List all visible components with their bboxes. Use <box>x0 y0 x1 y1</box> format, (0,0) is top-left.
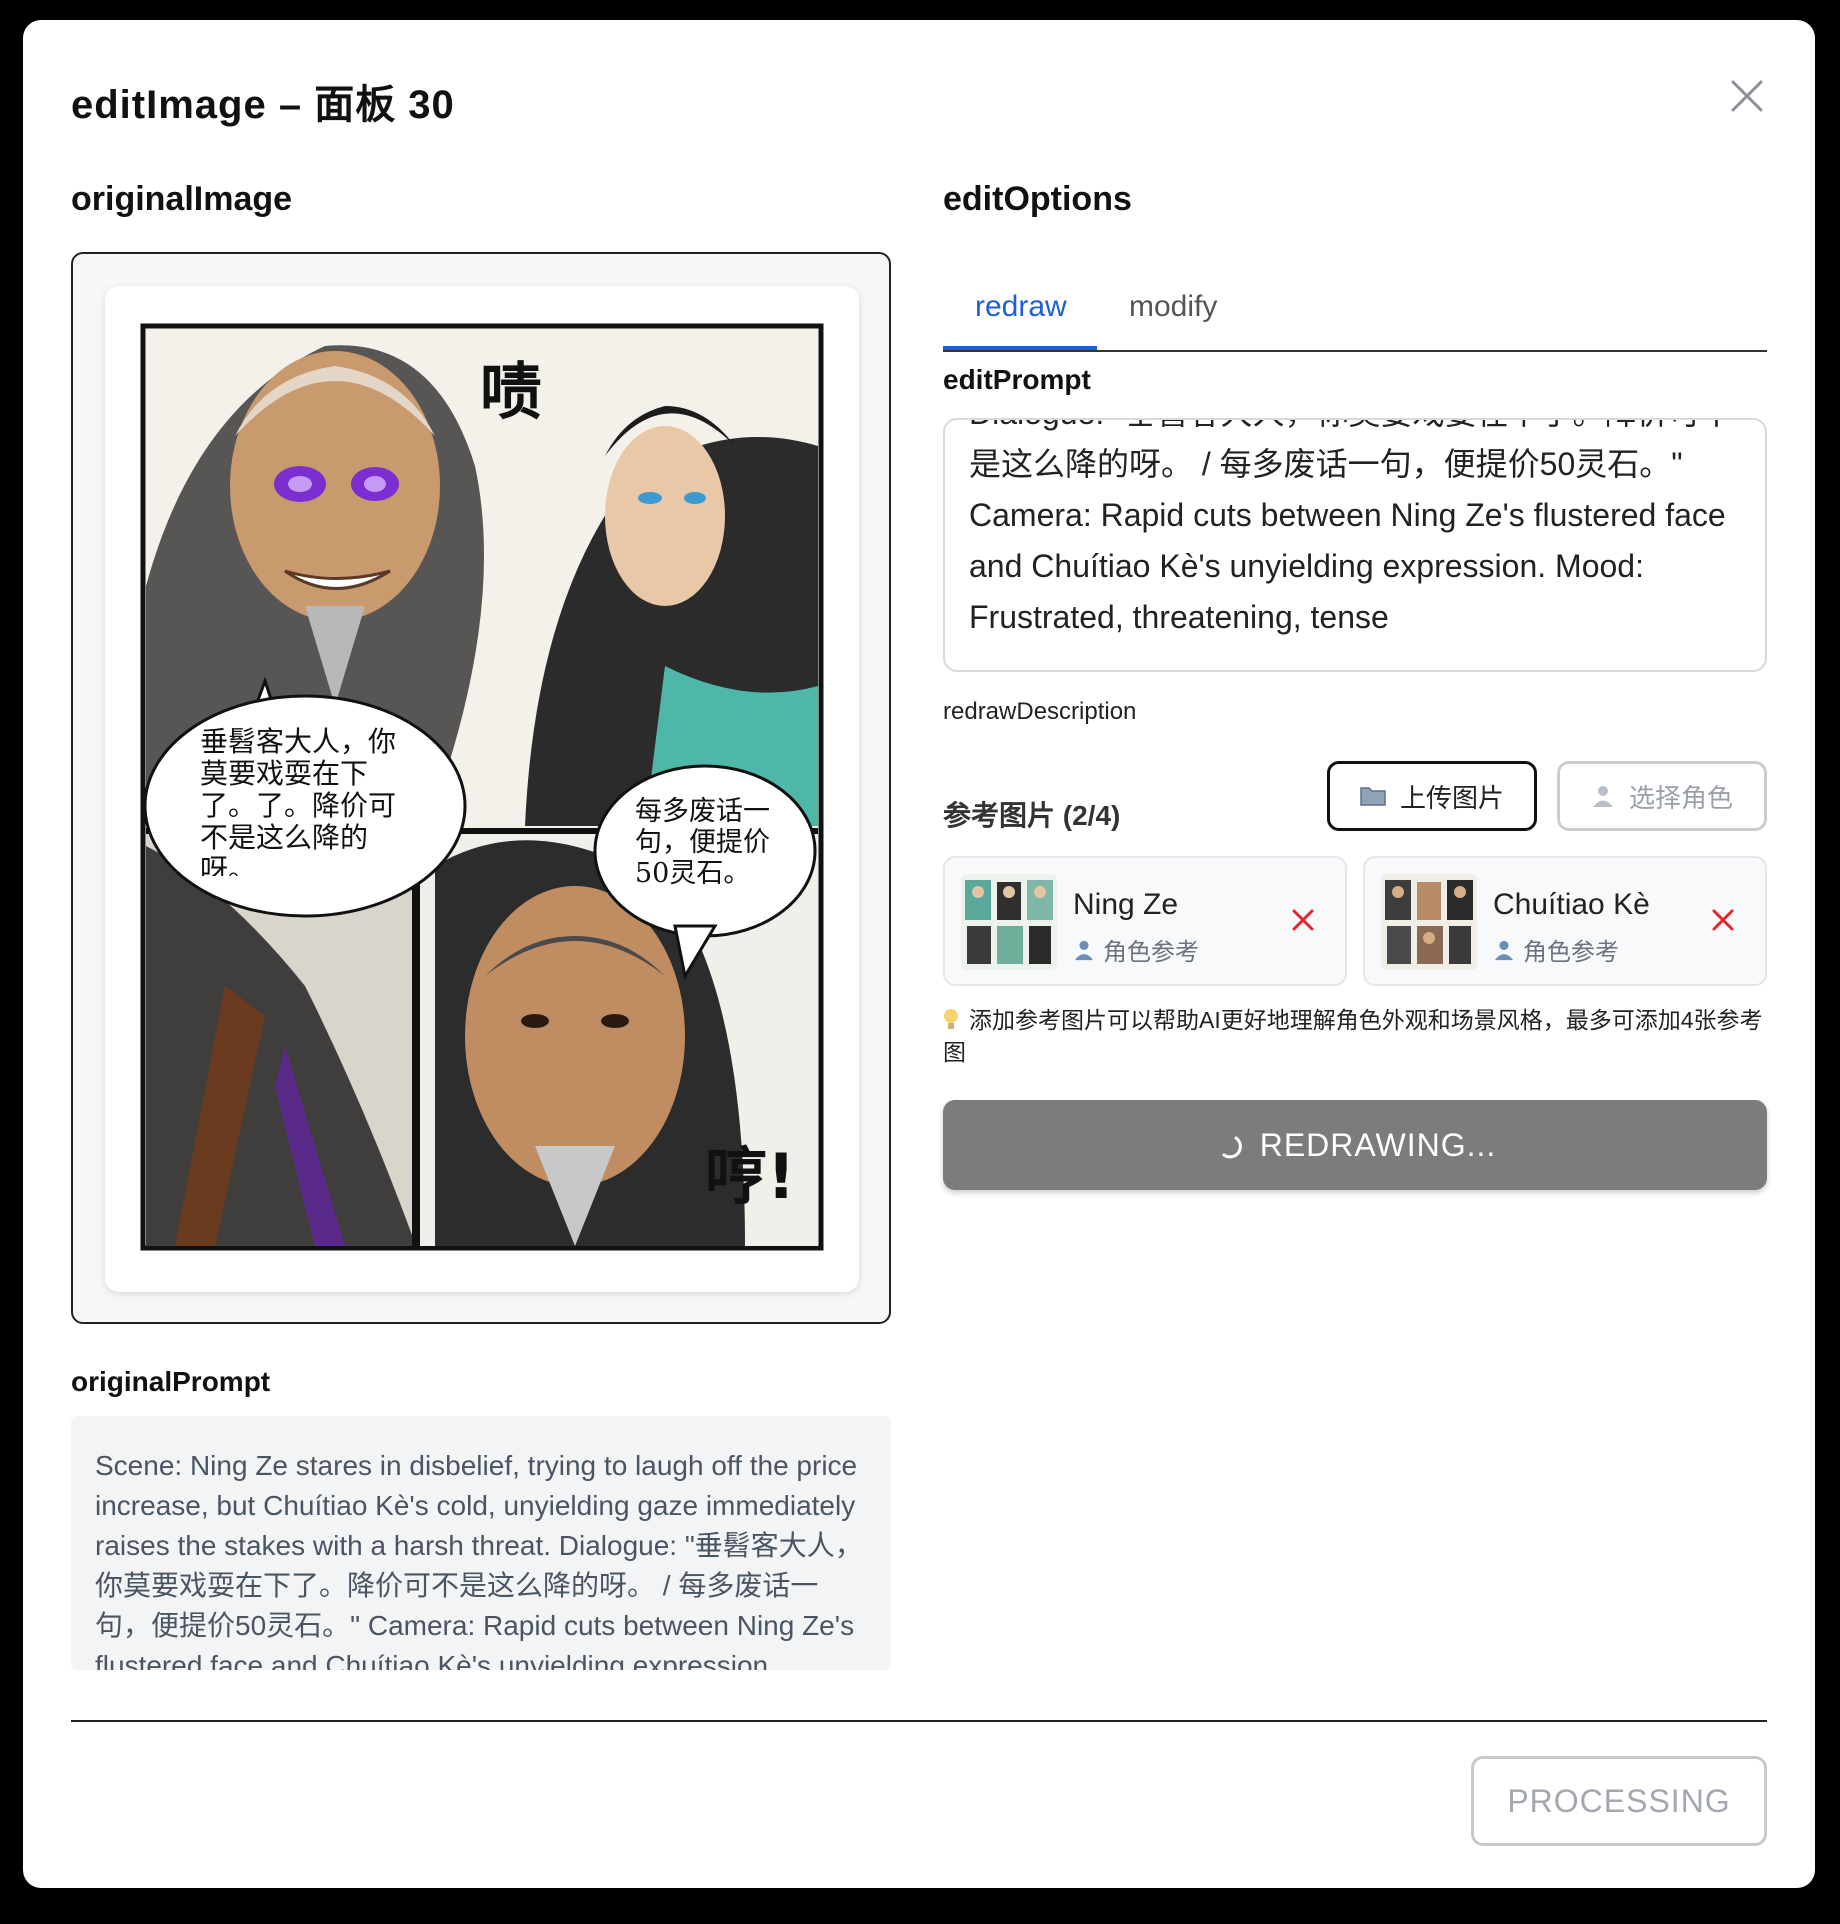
user-icon <box>1494 940 1514 960</box>
processing-button[interactable]: PROCESSING <box>1471 1756 1767 1846</box>
original-image: 垂髫客大人，你莫要戏耍在下了。了。降价可不是这么降的呀。 每多废话一句，便提价5… <box>105 286 859 1292</box>
tab-redraw[interactable]: redraw <box>975 290 1067 324</box>
original-image-heading: originalImage <box>71 180 293 218</box>
reference-type-label: 角色参考 <box>1523 939 1619 966</box>
comic-bubble-right: 每多废话一句，便提价50灵石。 <box>635 796 770 889</box>
upload-image-label: 上传图片 <box>1399 782 1504 813</box>
active-tab-indicator <box>943 346 1097 350</box>
user-icon <box>1592 786 1613 807</box>
reference-name: Chuítiao Kè <box>1493 888 1650 921</box>
user-icon <box>1074 940 1094 960</box>
processing-button-label: PROCESSING <box>1507 1782 1731 1819</box>
remove-icon[interactable] <box>1709 906 1737 934</box>
reference-hint-text: 添加参考图片可以帮助AI更好地理解角色外观和场景风格，最多可添加4张参考图 <box>943 1007 1763 1065</box>
spinner-icon <box>1222 1136 1242 1159</box>
modal-title: editImage – 面板 30 <box>71 83 455 127</box>
reference-hint: 添加参考图片可以帮助AI更好地理解角色外观和场景风格，最多可添加4张参考图 <box>943 1004 1767 1068</box>
edit-options-heading: editOptions <box>943 180 1132 218</box>
edit-mode-tabs: redraw modify <box>943 266 1767 352</box>
reference-images-heading: 参考图片 (2/4) <box>943 800 1121 831</box>
redraw-button-label: REDRAWING... <box>1259 1126 1497 1163</box>
comic-sfx-top: 啧 <box>480 355 543 428</box>
upload-image-button[interactable]: 上传图片 <box>1327 761 1537 831</box>
comic-bubble-left: 垂髫客大人，你莫要戏耍在下了。了。降价可不是这么降的呀。 <box>200 726 397 876</box>
edit-prompt-textarea[interactable]: Dialogue: "垂髫客大人，你莫要戏耍在下了。降价可不是这么降的呀。 / … <box>943 418 1767 672</box>
close-icon[interactable] <box>1727 76 1767 116</box>
original-prompt-label: originalPrompt <box>71 1366 271 1397</box>
reference-thumbnail <box>961 874 1057 970</box>
remove-icon[interactable] <box>1289 906 1317 934</box>
reference-type: 角色参考 <box>1493 932 1619 967</box>
edit-prompt-label: editPrompt <box>943 364 1091 395</box>
edit-prompt-text: Dialogue: "垂髫客大人，你莫要戏耍在下了。降价可不是这么降的呀。 / … <box>969 420 1732 635</box>
reference-card-chuitiao-ke: Chuítiao Kè 角色参考 <box>1363 856 1767 986</box>
reference-card-ning-ze: Ning Ze 角色参考 <box>943 856 1347 986</box>
reference-type: 角色参考 <box>1073 932 1199 967</box>
original-image-frame: 垂髫客大人，你莫要戏耍在下了。了。降价可不是这么降的呀。 每多废话一句，便提价5… <box>71 252 891 1324</box>
choose-character-label: 选择角色 <box>1628 782 1733 813</box>
edit-image-modal: editImage – 面板 30 originalImage 垂髫客大人，你莫… <box>23 20 1815 1888</box>
comic-panel-image: 垂髫客大人，你莫要戏耍在下了。了。降价可不是这么降的呀。 每多废话一句，便提价5… <box>140 323 824 1251</box>
comic-sfx-bottom: 哼! <box>705 1140 796 1213</box>
original-prompt-text[interactable]: Scene: Ning Ze stares in disbelief, tryi… <box>71 1416 891 1670</box>
tab-modify[interactable]: modify <box>1129 290 1217 324</box>
choose-character-button[interactable]: 选择角色 <box>1557 761 1767 831</box>
redraw-button[interactable]: REDRAWING... <box>943 1100 1767 1190</box>
reference-type-label: 角色参考 <box>1103 939 1199 966</box>
reference-thumbnail <box>1381 874 1477 970</box>
footer-divider <box>71 1720 1767 1722</box>
redraw-description-label: redrawDescription <box>943 698 1137 725</box>
lightbulb-icon <box>944 1009 958 1029</box>
folder-icon <box>1360 787 1386 806</box>
reference-name: Ning Ze <box>1073 888 1179 921</box>
